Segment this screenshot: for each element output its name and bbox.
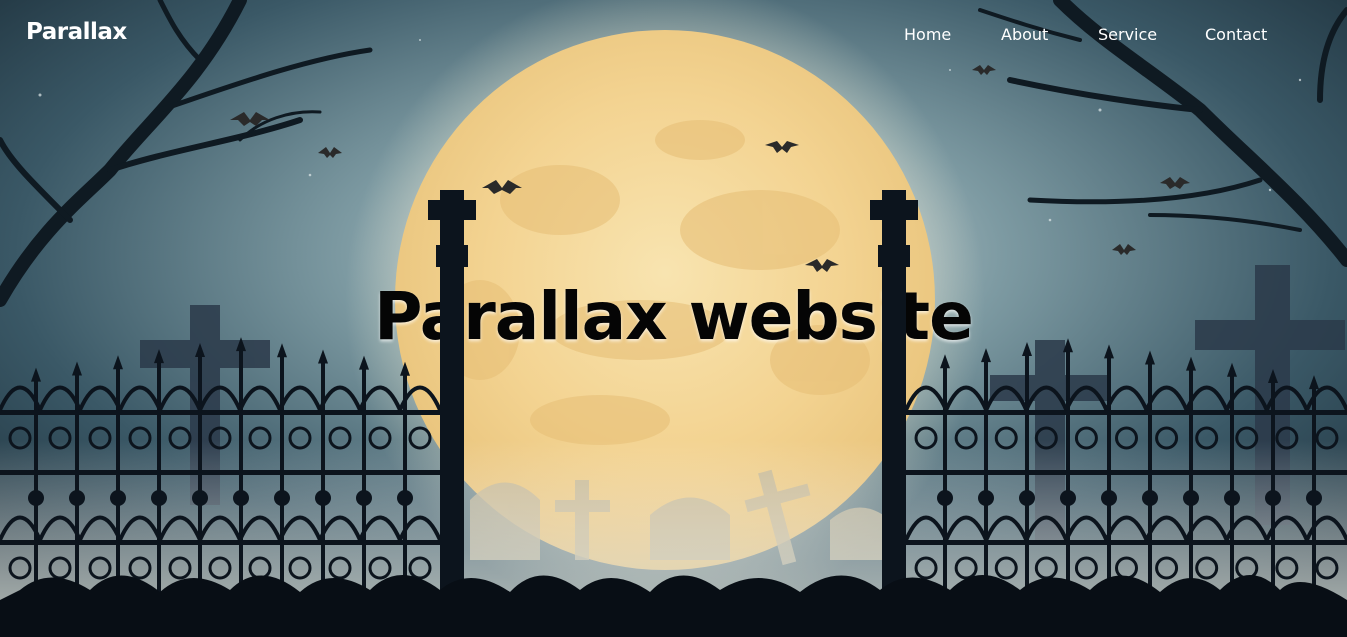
nav-home-link[interactable]: Home (904, 25, 951, 44)
nav-about-link[interactable]: About (1001, 25, 1048, 44)
site-header: Parallax Home About Service Contact (0, 0, 1347, 70)
site-logo[interactable]: Parallax (26, 19, 127, 45)
nav-service-link[interactable]: Service (1098, 25, 1157, 44)
hero-title: Parallax website (374, 278, 974, 355)
nav-contact-link[interactable]: Contact (1205, 25, 1267, 44)
